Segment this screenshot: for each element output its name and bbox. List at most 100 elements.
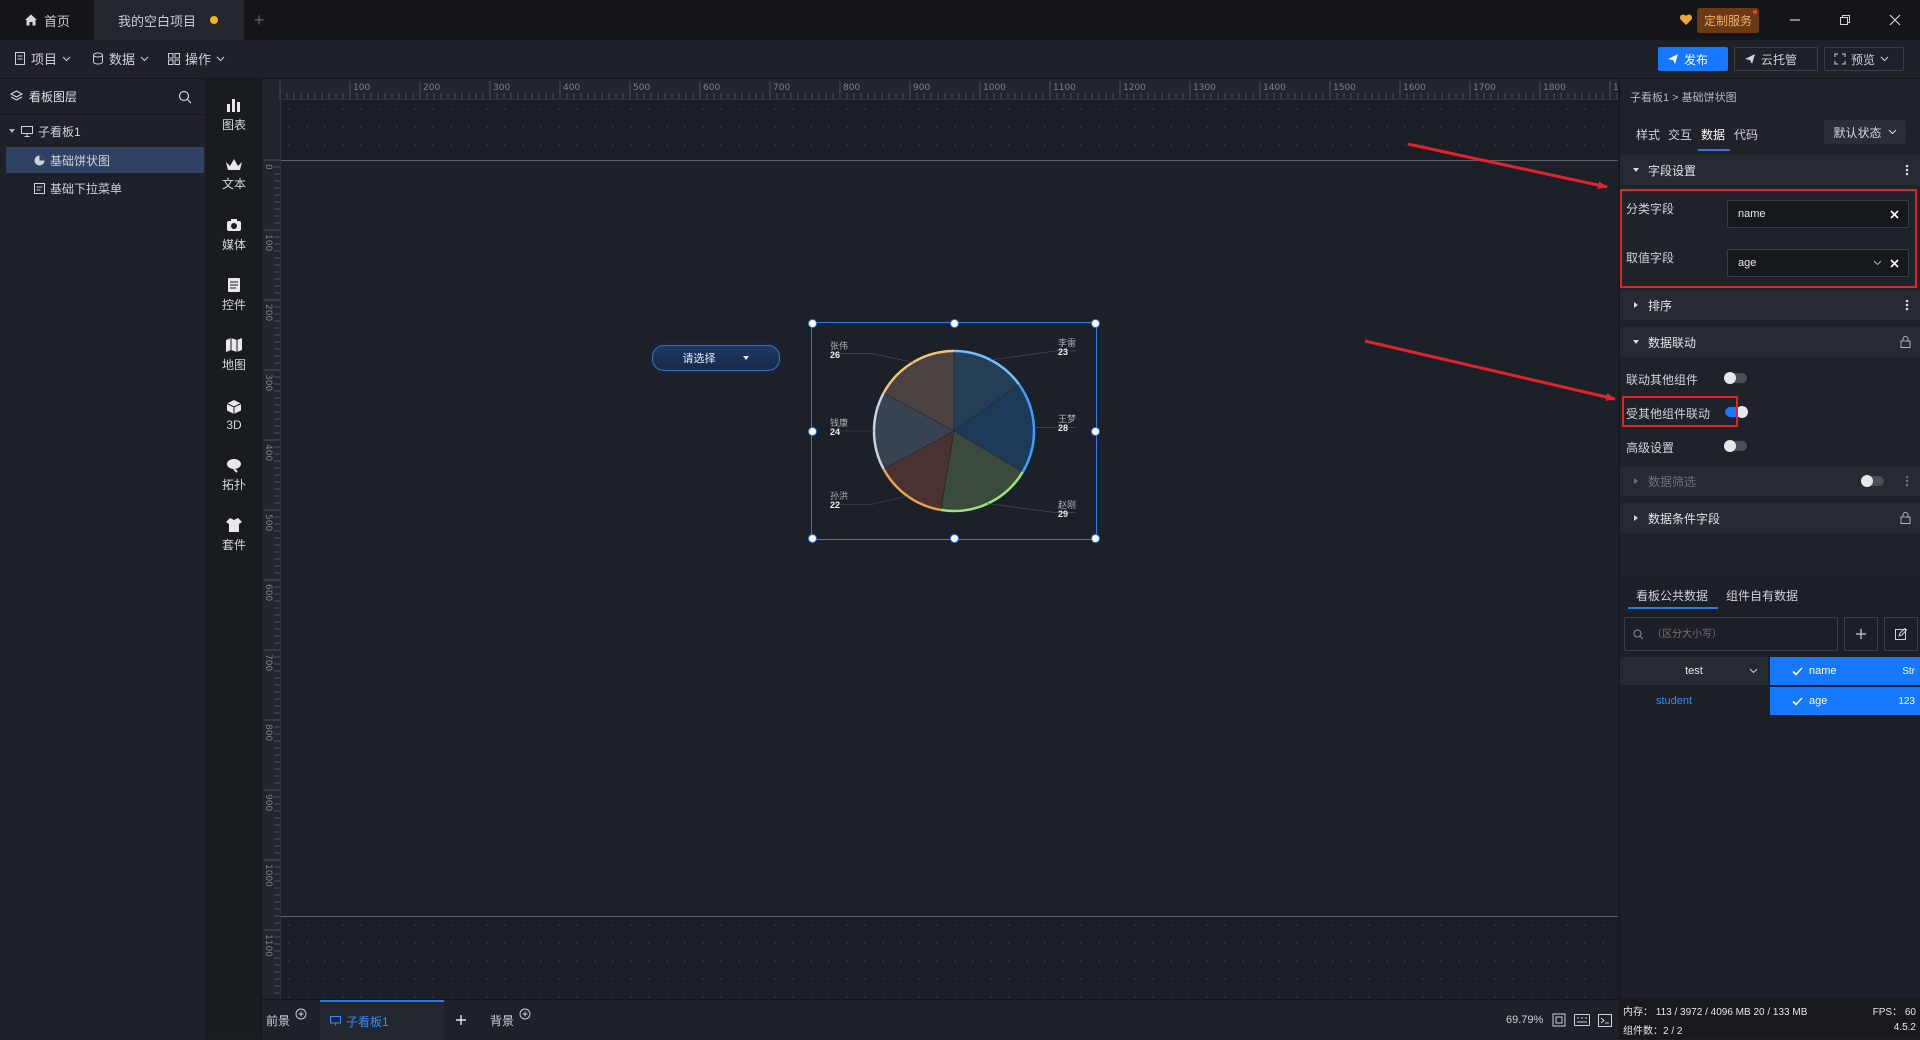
caret-right-icon	[1632, 301, 1640, 309]
component-chart[interactable]: 图表	[207, 87, 261, 143]
menu-operate[interactable]: 操作	[168, 49, 225, 68]
lock-icon[interactable]	[1900, 512, 1911, 524]
layers-header: 看板图层	[0, 79, 206, 115]
component-text[interactable]: 文本	[207, 147, 261, 203]
publish-button[interactable]: 发布	[1658, 47, 1728, 71]
zoom-level[interactable]: 69.79%	[1506, 1000, 1543, 1040]
console-button[interactable]	[1598, 1000, 1612, 1040]
close-window-button[interactable]	[1870, 0, 1920, 40]
dataset-test[interactable]: test	[1620, 657, 1768, 685]
ruler-label: 1500	[1333, 83, 1356, 93]
canvas-margin-bottom	[280, 916, 1618, 999]
component-label: 3D	[226, 418, 241, 432]
add-board-button[interactable]	[455, 1000, 473, 1040]
add-circle-icon[interactable]	[295, 1008, 307, 1020]
layers-panel: 看板图层 子看板1 基础饼状图 基础下拉菜单	[0, 79, 207, 1039]
search-input[interactable]	[1650, 628, 1834, 641]
menu-data[interactable]: 数据	[92, 49, 149, 68]
restore-button[interactable]	[1820, 0, 1870, 40]
resize-handle[interactable]	[808, 427, 817, 436]
more-vertical-icon[interactable]	[1905, 164, 1909, 176]
tab-component-own-data[interactable]: 组件自有数据	[1726, 587, 1798, 604]
document-icon	[14, 52, 26, 65]
ruler-label: 1400	[1263, 83, 1286, 93]
state-select[interactable]: 默认状态	[1824, 120, 1906, 144]
tab-data[interactable]: 数据	[1701, 126, 1725, 143]
fit-screen-button[interactable]	[1552, 1000, 1566, 1040]
advanced-toggle[interactable]	[1725, 441, 1747, 451]
fps-status: FPS： 60	[1873, 1003, 1916, 1018]
ruler-label: 800	[263, 724, 273, 741]
layer-item-dropdown[interactable]: 基础下拉菜单	[6, 175, 204, 201]
resize-handle[interactable]	[1091, 534, 1100, 543]
chevron-down-icon	[1749, 668, 1758, 674]
preview-button[interactable]: 预览	[1824, 47, 1904, 71]
link-others-toggle[interactable]	[1725, 373, 1747, 383]
add-tab-button[interactable]: +	[246, 0, 272, 40]
tab-background[interactable]: 背景	[490, 1000, 550, 1040]
cloud-hosting-button[interactable]: 云托管	[1734, 47, 1818, 71]
section-field-settings[interactable]: 字段设置	[1620, 155, 1920, 185]
layer-item-pie[interactable]: 基础饼状图	[6, 147, 204, 173]
component-kit[interactable]: 套件	[207, 507, 261, 563]
resize-handle[interactable]	[1091, 319, 1100, 328]
ruler-label: 0	[263, 164, 273, 170]
field-name[interactable]: name Str	[1770, 657, 1920, 685]
search-box[interactable]	[1624, 617, 1838, 651]
component-control[interactable]: 控件	[207, 267, 261, 323]
resize-handle[interactable]	[950, 534, 959, 543]
tab-home[interactable]: 首页	[0, 0, 92, 40]
tab-project[interactable]: 我的空白项目	[94, 0, 244, 40]
dataset-student[interactable]: student	[1620, 687, 1768, 715]
minimize-icon	[1789, 14, 1801, 26]
section-sort[interactable]: 排序	[1620, 290, 1920, 320]
resize-handle[interactable]	[950, 319, 959, 328]
add-circle-icon[interactable]	[519, 1008, 531, 1020]
ruler-label: 1100	[263, 934, 273, 957]
component-3d[interactable]: 3D	[207, 387, 261, 443]
data-filter-toggle[interactable]	[1862, 476, 1884, 486]
heart-icon	[1679, 13, 1693, 27]
custom-service-button[interactable]: 定制服务	[1679, 8, 1759, 32]
section-data-linkage[interactable]: 数据联动	[1620, 327, 1920, 357]
more-vertical-icon[interactable]	[1905, 299, 1909, 311]
tab-style[interactable]: 样式	[1636, 126, 1660, 143]
keyboard-icon	[1574, 1014, 1590, 1026]
add-data-button[interactable]	[1844, 617, 1878, 651]
dropdown-widget-label: 请选择	[683, 350, 716, 366]
dropdown-widget[interactable]: 请选择	[652, 345, 780, 371]
component-media[interactable]: 媒体	[207, 207, 261, 263]
ruler-label: 1100	[1053, 83, 1076, 93]
tab-code[interactable]: 代码	[1734, 126, 1758, 143]
state-select-value: 默认状态	[1833, 124, 1881, 141]
keyboard-button[interactable]	[1574, 1000, 1590, 1040]
lock-icon[interactable]	[1900, 336, 1911, 348]
section-data-filter[interactable]: 数据筛选	[1620, 466, 1920, 496]
edit-data-button[interactable]	[1884, 617, 1918, 651]
layer-item-board[interactable]: 子看板1	[6, 118, 204, 144]
component-topology[interactable]: 拓扑	[207, 447, 261, 503]
dropdown-menu-icon	[34, 183, 45, 194]
section-conditional-fields[interactable]: 数据条件字段	[1620, 503, 1920, 533]
minimize-button[interactable]	[1770, 0, 1820, 40]
resize-handle[interactable]	[808, 319, 817, 328]
tab-foreground[interactable]: 前景	[266, 1000, 318, 1040]
search-icon[interactable]	[178, 90, 192, 104]
menu-data-label: 数据	[109, 49, 135, 68]
ruler-ticks: 010020030040050060070080090010001100	[262, 99, 280, 999]
pie-chart-widget[interactable]: 李雷23王梦28赵刚29孙洪22钱康24张伟26	[811, 322, 1097, 540]
component-map[interactable]: 地图	[207, 327, 261, 383]
resize-handle[interactable]	[808, 534, 817, 543]
tab-sub-board[interactable]: 子看板1	[320, 1000, 444, 1040]
restore-icon	[1839, 14, 1851, 26]
tab-board-public-data[interactable]: 看板公共数据	[1636, 587, 1708, 604]
ruler-label: 300	[263, 374, 273, 391]
resize-handle[interactable]	[1091, 427, 1100, 436]
more-vertical-icon[interactable]	[1905, 475, 1909, 487]
menu-project[interactable]: 项目	[14, 49, 71, 68]
field-age[interactable]: age 123	[1770, 687, 1920, 715]
crown-icon	[225, 158, 243, 172]
canvas-margin-top	[280, 100, 1618, 160]
tab-interaction[interactable]: 交互	[1668, 126, 1692, 143]
tab-sub-board-label: 子看板1	[346, 1013, 389, 1030]
